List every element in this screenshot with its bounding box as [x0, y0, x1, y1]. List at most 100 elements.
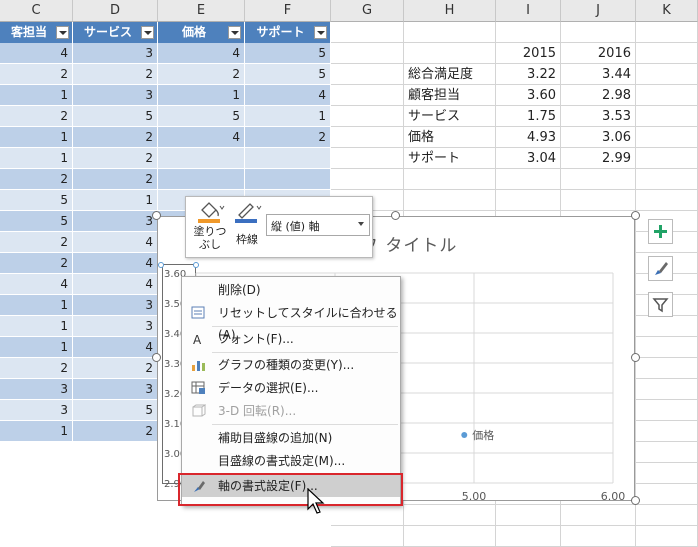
table-cell[interactable]: 1 [0, 295, 73, 316]
grid-cell[interactable] [636, 421, 698, 442]
column-header-e[interactable]: E [158, 0, 245, 22]
menu-item-format-gridlines[interactable]: 目盛線の書式設定(M)... [182, 450, 400, 472]
table-cell[interactable]: 3 [73, 211, 158, 232]
grid-cell[interactable] [331, 505, 404, 526]
table-cell[interactable]: 5 [0, 190, 73, 211]
table-cell[interactable]: 2 [73, 64, 158, 85]
table-cell[interactable]: 3 [73, 85, 158, 106]
grid-cell[interactable] [496, 526, 561, 547]
table-cell[interactable]: 4 [73, 337, 158, 358]
summary-year-2015[interactable]: 2015 [496, 43, 561, 64]
chart-filters-button[interactable] [648, 292, 673, 317]
table-cell[interactable]: 4 [245, 85, 331, 106]
table-header-service[interactable]: サービス [73, 22, 158, 43]
table-cell[interactable]: 4 [73, 274, 158, 295]
table-cell[interactable]: 2 [73, 148, 158, 169]
summary-row-label[interactable]: 総合満足度 [404, 64, 496, 85]
table-cell[interactable]: 2 [0, 253, 73, 274]
chart-element-select[interactable]: 縦 (値) 軸 [266, 214, 370, 236]
grid-cell[interactable] [331, 22, 404, 43]
grid-cell[interactable] [331, 526, 404, 547]
table-cell[interactable]: 4 [73, 232, 158, 253]
grid-cell[interactable] [636, 526, 698, 547]
table-cell[interactable]: 4 [0, 274, 73, 295]
table-cell[interactable]: 2 [73, 169, 158, 190]
table-header-customer[interactable]: 客担当 [0, 22, 73, 43]
table-cell[interactable]: 3 [73, 316, 158, 337]
summary-value[interactable]: 3.44 [561, 64, 636, 85]
table-cell[interactable]: 2 [0, 232, 73, 253]
menu-item-add-minor-gridlines[interactable]: 補助目盛線の追加(N) [182, 427, 400, 449]
menu-item-font[interactable]: A フォント(F)... [182, 328, 400, 350]
filter-dropdown-icon[interactable] [228, 26, 241, 39]
summary-value[interactable]: 3.06 [561, 127, 636, 148]
grid-cell[interactable] [331, 169, 404, 190]
grid-cell[interactable] [636, 190, 698, 211]
resize-handle[interactable] [631, 496, 640, 505]
axis-handle[interactable] [158, 262, 164, 268]
chart-styles-button[interactable] [648, 256, 673, 281]
column-header-h[interactable]: H [404, 0, 496, 22]
table-cell[interactable]: 5 [245, 64, 331, 85]
table-cell[interactable] [245, 148, 331, 169]
column-header-c[interactable]: C [0, 0, 73, 22]
resize-handle[interactable] [631, 211, 640, 220]
grid-cell[interactable] [331, 43, 404, 64]
chart-elements-button[interactable] [648, 219, 673, 244]
table-cell[interactable]: 1 [158, 85, 245, 106]
table-cell[interactable]: 1 [0, 337, 73, 358]
table-cell[interactable]: 5 [0, 211, 73, 232]
grid-cell[interactable] [636, 400, 698, 421]
grid-cell[interactable] [404, 22, 496, 43]
table-cell[interactable]: 2 [0, 106, 73, 127]
resize-handle[interactable] [152, 211, 161, 220]
table-cell[interactable]: 1 [0, 127, 73, 148]
table-cell[interactable]: 2 [158, 64, 245, 85]
table-cell[interactable]: 2 [0, 358, 73, 379]
menu-item-change-chart-type[interactable]: グラフの種類の変更(Y)... [182, 354, 400, 376]
fill-button[interactable]: 塗りつ ぶし [190, 200, 230, 254]
table-cell[interactable]: 2 [73, 358, 158, 379]
filter-dropdown-icon[interactable] [56, 26, 69, 39]
grid-cell[interactable] [636, 337, 698, 358]
summary-corner[interactable] [404, 43, 496, 64]
table-cell[interactable]: 2 [73, 127, 158, 148]
table-cell[interactable]: 1 [0, 85, 73, 106]
table-cell[interactable]: 2 [73, 421, 158, 442]
table-cell[interactable]: 4 [158, 43, 245, 64]
grid-cell[interactable] [636, 85, 698, 106]
grid-cell[interactable] [331, 64, 404, 85]
filter-dropdown-icon[interactable] [314, 26, 327, 39]
summary-value[interactable]: 4.93 [496, 127, 561, 148]
menu-item-delete[interactable]: 削除(D) [182, 279, 400, 301]
table-cell[interactable] [245, 169, 331, 190]
grid-cell[interactable] [561, 526, 636, 547]
filter-dropdown-icon[interactable] [141, 26, 154, 39]
summary-row-label[interactable]: サービス [404, 106, 496, 127]
grid-cell[interactable] [561, 190, 636, 211]
grid-cell[interactable] [636, 358, 698, 379]
summary-row-label[interactable]: 価格 [404, 127, 496, 148]
grid-cell[interactable] [404, 505, 496, 526]
grid-cell[interactable] [636, 64, 698, 85]
column-header-f[interactable]: F [245, 0, 331, 22]
grid-cell[interactable] [331, 148, 404, 169]
summary-value[interactable]: 1.75 [496, 106, 561, 127]
table-cell[interactable]: 5 [245, 43, 331, 64]
table-cell[interactable]: 2 [0, 169, 73, 190]
table-cell[interactable]: 1 [0, 316, 73, 337]
grid-cell[interactable] [636, 106, 698, 127]
table-cell[interactable] [158, 148, 245, 169]
grid-cell[interactable] [331, 85, 404, 106]
column-header-i[interactable]: I [496, 0, 561, 22]
grid-cell[interactable] [636, 169, 698, 190]
grid-cell[interactable] [561, 22, 636, 43]
table-cell[interactable]: 1 [73, 190, 158, 211]
grid-cell[interactable] [636, 379, 698, 400]
table-header-price[interactable]: 価格 [158, 22, 245, 43]
grid-cell[interactable] [636, 148, 698, 169]
menu-item-reset-style[interactable]: リセットしてスタイルに合わせる(A) [182, 302, 400, 342]
table-cell[interactable]: 5 [73, 400, 158, 421]
summary-row-label[interactable]: サポート [404, 148, 496, 169]
grid-cell[interactable] [496, 22, 561, 43]
